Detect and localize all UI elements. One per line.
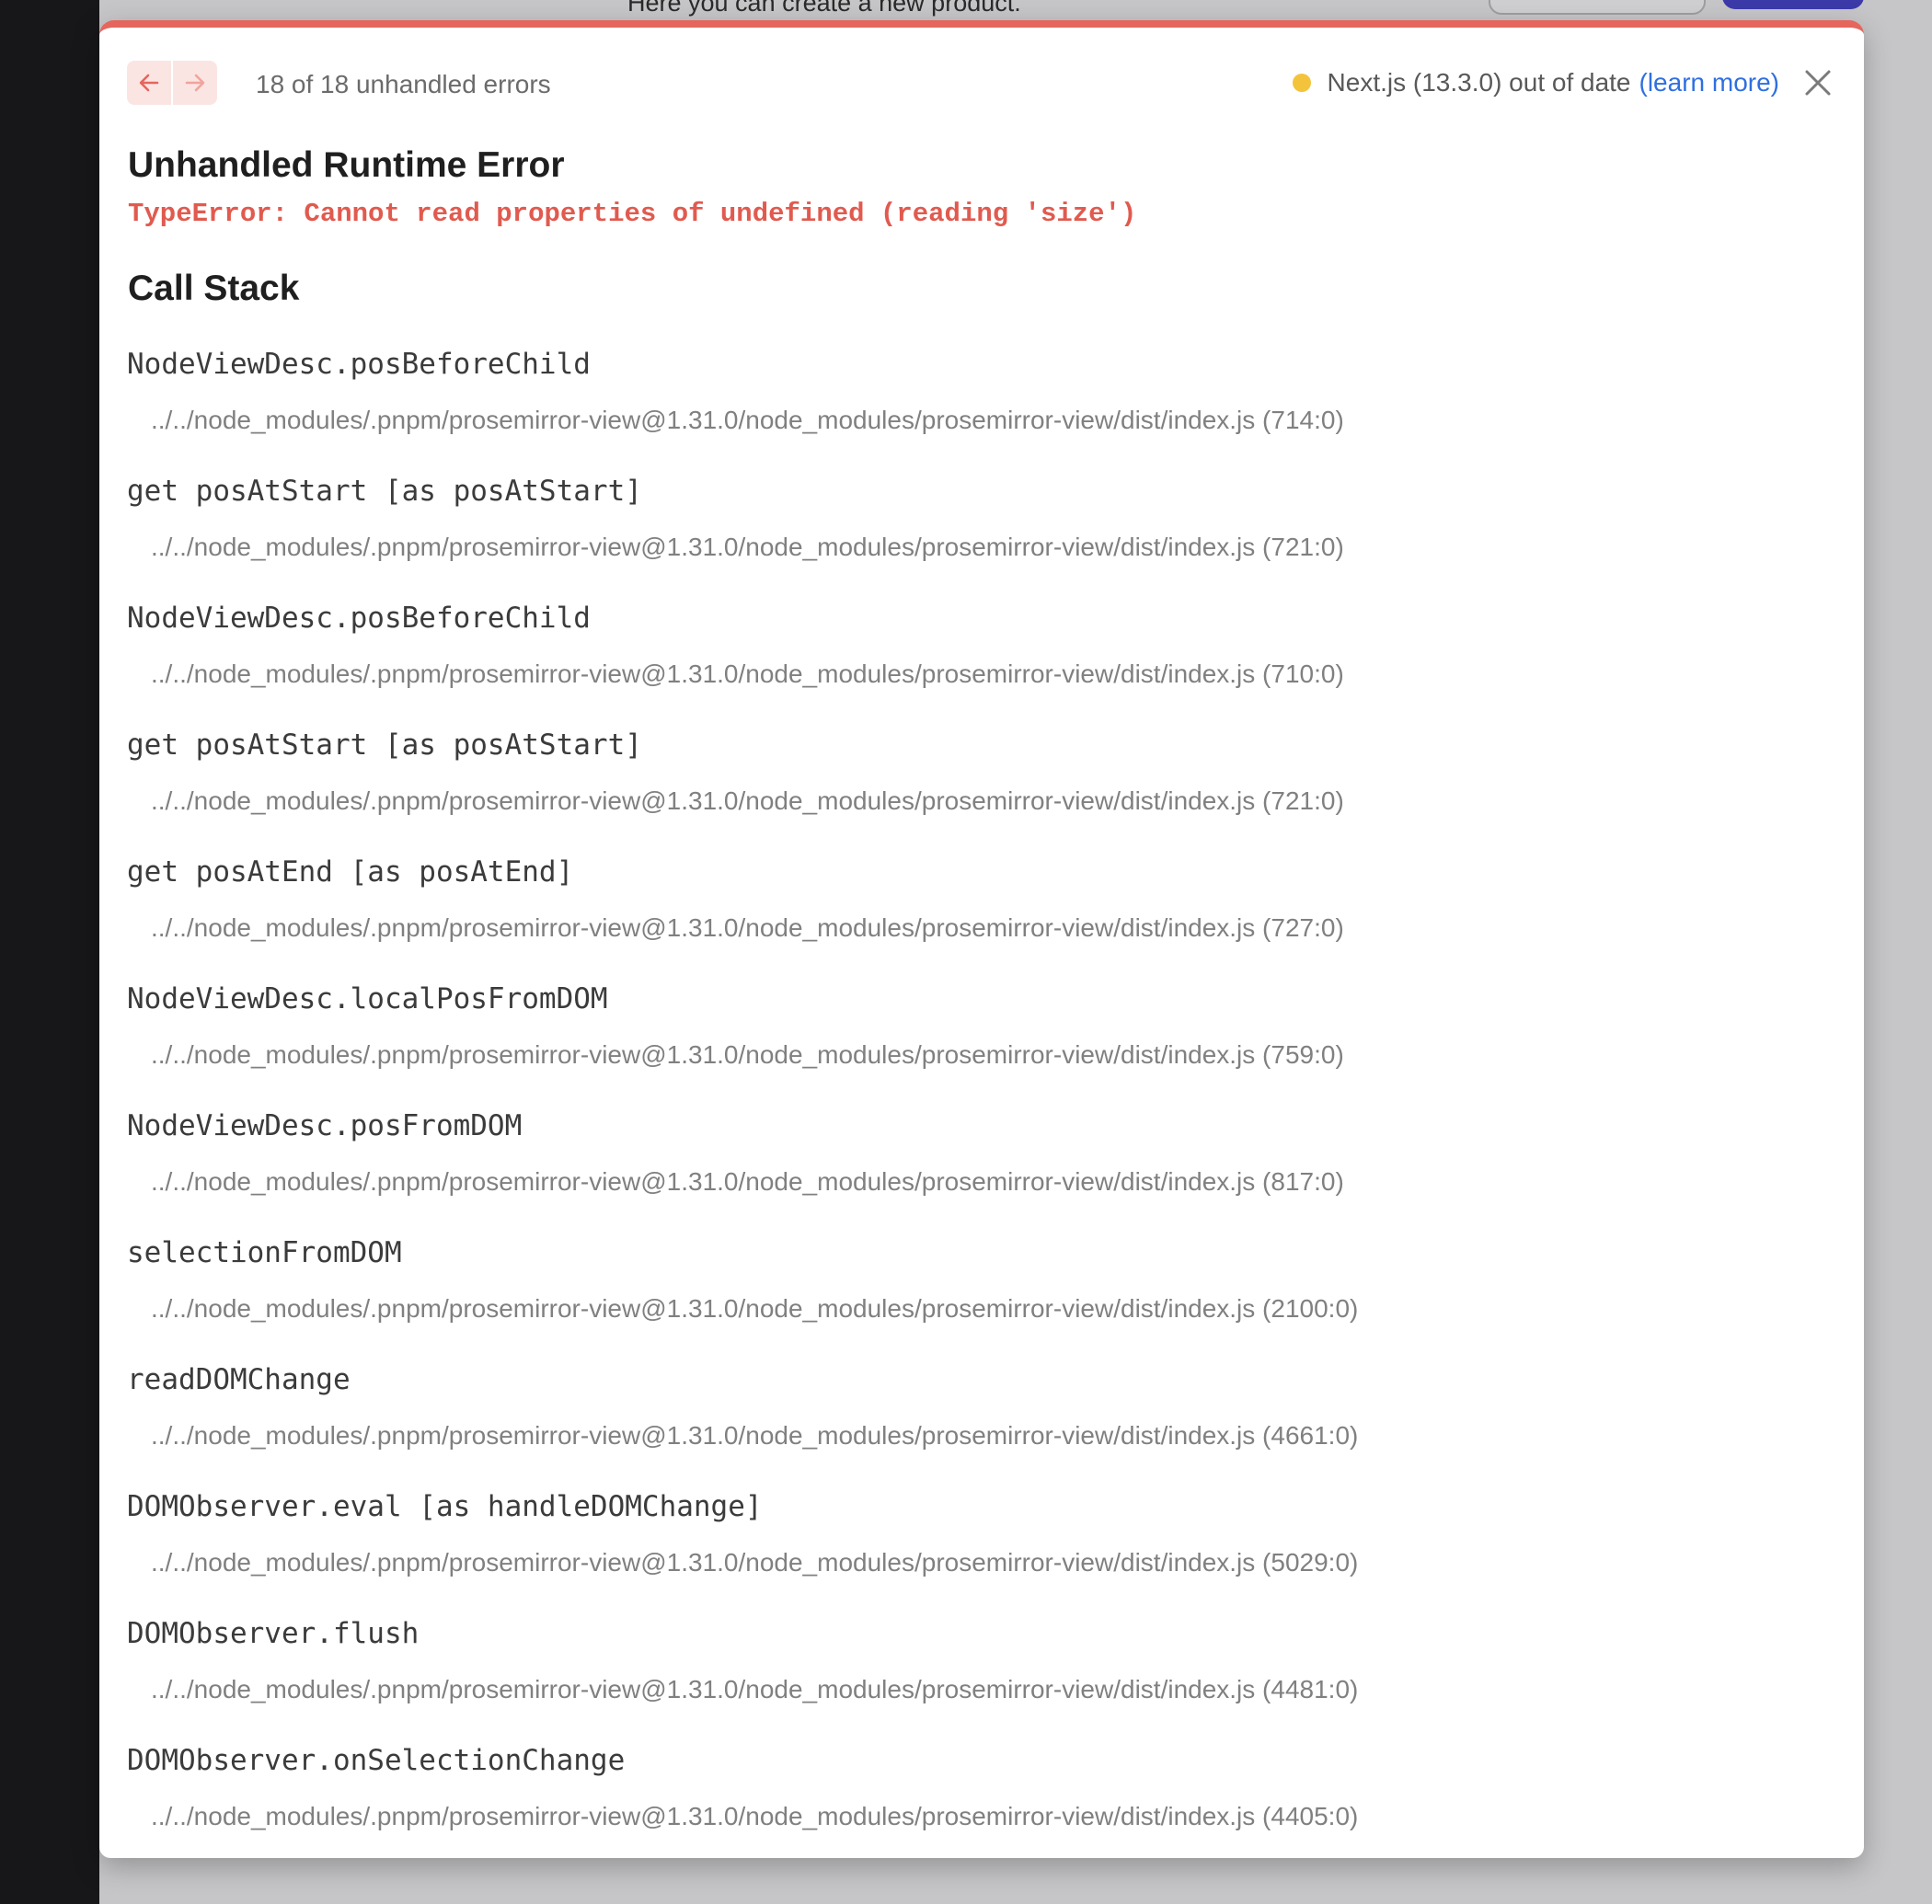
call-stack-title: Call Stack [128, 269, 300, 308]
stack-frame: NodeViewDesc.posFromDOM ../../node_modul… [127, 1095, 1836, 1222]
frame-location-link[interactable]: ../../node_modules/.pnpm/prosemirror-vie… [151, 1548, 1358, 1577]
stack-frame: get posAtStart [as posAtStart] ../../nod… [127, 714, 1836, 841]
error-overlay-dialog: 18 of 18 unhandled errors Next.js (13.3.… [99, 20, 1864, 1858]
sidebar-strip [0, 0, 99, 1904]
version-status-dot [1292, 74, 1311, 92]
frame-function-name: readDOMChange [127, 1363, 351, 1396]
frame-location-link[interactable]: ../../node_modules/.pnpm/prosemirror-vie… [151, 406, 1344, 435]
close-icon [1805, 70, 1831, 96]
page-subtitle: Here you can create a new product. [627, 0, 1021, 17]
secondary-button[interactable] [1489, 0, 1706, 15]
stack-frame: selectionFromDOM ../../node_modules/.pnp… [127, 1222, 1836, 1348]
stack-frame: NodeViewDesc.posBeforeChild ../../node_m… [127, 587, 1836, 714]
stack-frame: get posAtStart [as posAtStart] ../../nod… [127, 460, 1836, 587]
frame-function-name: NodeViewDesc.posFromDOM [127, 1109, 523, 1142]
frame-location-link[interactable]: ../../node_modules/.pnpm/prosemirror-vie… [151, 913, 1344, 943]
frame-function-name: get posAtStart [as posAtStart] [127, 475, 642, 508]
learn-more-link[interactable]: (learn more) [1639, 68, 1779, 97]
frame-location-link[interactable]: ../../node_modules/.pnpm/prosemirror-vie… [151, 786, 1344, 816]
version-info: Next.js (13.3.0) out of date (learn more… [1292, 64, 1836, 101]
stack-frame: DOMObserver.flush ../../node_modules/.pn… [127, 1602, 1836, 1729]
arrow-left-icon [139, 74, 159, 92]
close-button[interactable] [1800, 64, 1836, 101]
frame-function-name: DOMObserver.eval [as handleDOMChange] [127, 1490, 763, 1523]
frame-function-name: NodeViewDesc.posBeforeChild [127, 602, 591, 635]
overlay-header: 18 of 18 unhandled errors Next.js (13.3.… [127, 61, 1836, 109]
next-error-button[interactable] [173, 61, 217, 105]
version-staleness-text: Next.js (13.3.0) out of date [1327, 68, 1631, 97]
error-pagination [127, 61, 219, 105]
frame-location-link[interactable]: ../../node_modules/.pnpm/prosemirror-vie… [151, 1802, 1358, 1831]
arrow-right-icon [185, 74, 205, 92]
previous-error-button[interactable] [127, 61, 171, 105]
stack-frame: get posAtEnd [as posAtEnd] ../../node_mo… [127, 841, 1836, 968]
error-counter: 18 of 18 unhandled errors [256, 70, 551, 98]
frame-location-link[interactable]: ../../node_modules/.pnpm/prosemirror-vie… [151, 1167, 1344, 1197]
stack-frame: DOMObserver.eval [as handleDOMChange] ..… [127, 1475, 1836, 1602]
frame-function-name: DOMObserver.onSelectionChange [127, 1744, 626, 1777]
frame-location-link[interactable]: ../../node_modules/.pnpm/prosemirror-vie… [151, 1421, 1358, 1451]
frame-location-link[interactable]: ../../node_modules/.pnpm/prosemirror-vie… [151, 660, 1344, 689]
frame-location-link[interactable]: ../../node_modules/.pnpm/prosemirror-vie… [151, 1675, 1358, 1704]
frame-function-name: NodeViewDesc.posBeforeChild [127, 348, 591, 381]
stack-frame: NodeViewDesc.localPosFromDOM ../../node_… [127, 968, 1836, 1095]
stack-frame: readDOMChange ../../node_modules/.pnpm/p… [127, 1348, 1836, 1475]
frame-function-name: get posAtStart [as posAtStart] [127, 728, 642, 762]
frame-function-name: get posAtEnd [as posAtEnd] [127, 855, 574, 889]
error-message: TypeError: Cannot read properties of und… [128, 199, 1137, 229]
frame-location-link[interactable]: ../../node_modules/.pnpm/prosemirror-vie… [151, 1040, 1344, 1070]
frame-function-name: selectionFromDOM [127, 1236, 402, 1269]
frame-location-link[interactable]: ../../node_modules/.pnpm/prosemirror-vie… [151, 533, 1344, 562]
call-stack-list: NodeViewDesc.posBeforeChild ../../node_m… [127, 333, 1836, 1856]
frame-function-name: DOMObserver.flush [127, 1617, 420, 1650]
stack-frame: NodeViewDesc.posBeforeChild ../../node_m… [127, 333, 1836, 460]
error-title: Unhandled Runtime Error [128, 145, 565, 185]
frame-location-link[interactable]: ../../node_modules/.pnpm/prosemirror-vie… [151, 1294, 1358, 1324]
primary-button[interactable] [1722, 0, 1864, 9]
stack-frame: DOMObserver.onSelectionChange ../../node… [127, 1729, 1836, 1856]
frame-function-name: NodeViewDesc.localPosFromDOM [127, 982, 608, 1015]
